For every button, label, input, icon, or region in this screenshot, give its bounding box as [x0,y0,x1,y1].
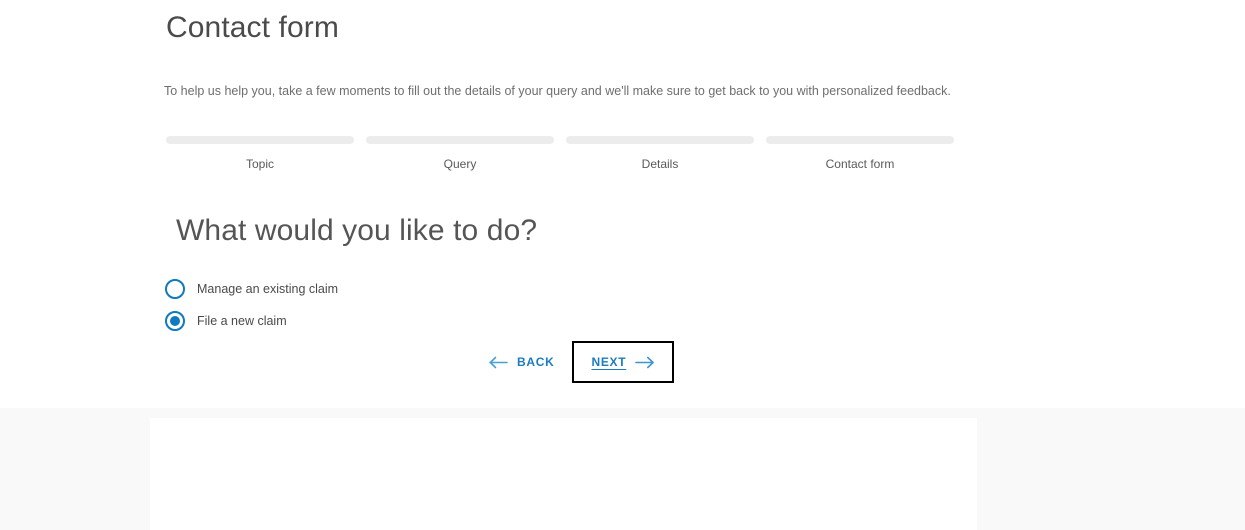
stepper-step-query[interactable]: Query [366,136,554,172]
arrow-right-icon [635,356,655,369]
next-button-label: NEXT [591,355,627,369]
progress-stepper: Topic Query Details Contact form [166,136,954,172]
stepper-step-topic[interactable]: Topic [166,136,354,172]
page-title: Contact form [166,11,339,44]
form-question-heading: What would you like to do? [176,214,538,247]
back-button[interactable]: BACK [485,349,558,375]
step-bar-details [566,136,754,144]
page-top-section: Contact form To help us help you, take a… [0,0,1245,408]
page-intro-text: To help us help you, take a few moments … [164,84,951,98]
radio-label-file-new-claim: File a new claim [197,314,287,328]
step-label-contact-form: Contact form [825,157,895,171]
navigation-buttons: BACK NEXT [485,341,675,383]
radio-option-manage-existing-claim[interactable]: Manage an existing claim [165,273,338,305]
radio-circle-selected-icon[interactable] [165,311,185,331]
radio-circle-icon[interactable] [165,279,185,299]
step-label-topic: Topic [245,157,274,171]
step-bar-contact-form [766,136,954,144]
claim-type-radio-group: Manage an existing claim File a new clai… [165,273,338,337]
stepper-step-details[interactable]: Details [566,136,754,172]
radio-label-manage-existing-claim: Manage an existing claim [197,282,339,296]
step-bar-topic [166,136,354,144]
step-label-query: Query [443,157,477,171]
bottom-white-panel [150,418,977,530]
stepper-step-contact-form[interactable]: Contact form [766,136,954,172]
arrow-left-icon [489,356,509,369]
radio-option-file-new-claim[interactable]: File a new claim [165,305,338,337]
back-button-label: BACK [517,355,555,369]
step-bar-query [366,136,554,144]
step-label-details: Details [641,157,679,171]
next-button[interactable]: NEXT [572,341,675,383]
